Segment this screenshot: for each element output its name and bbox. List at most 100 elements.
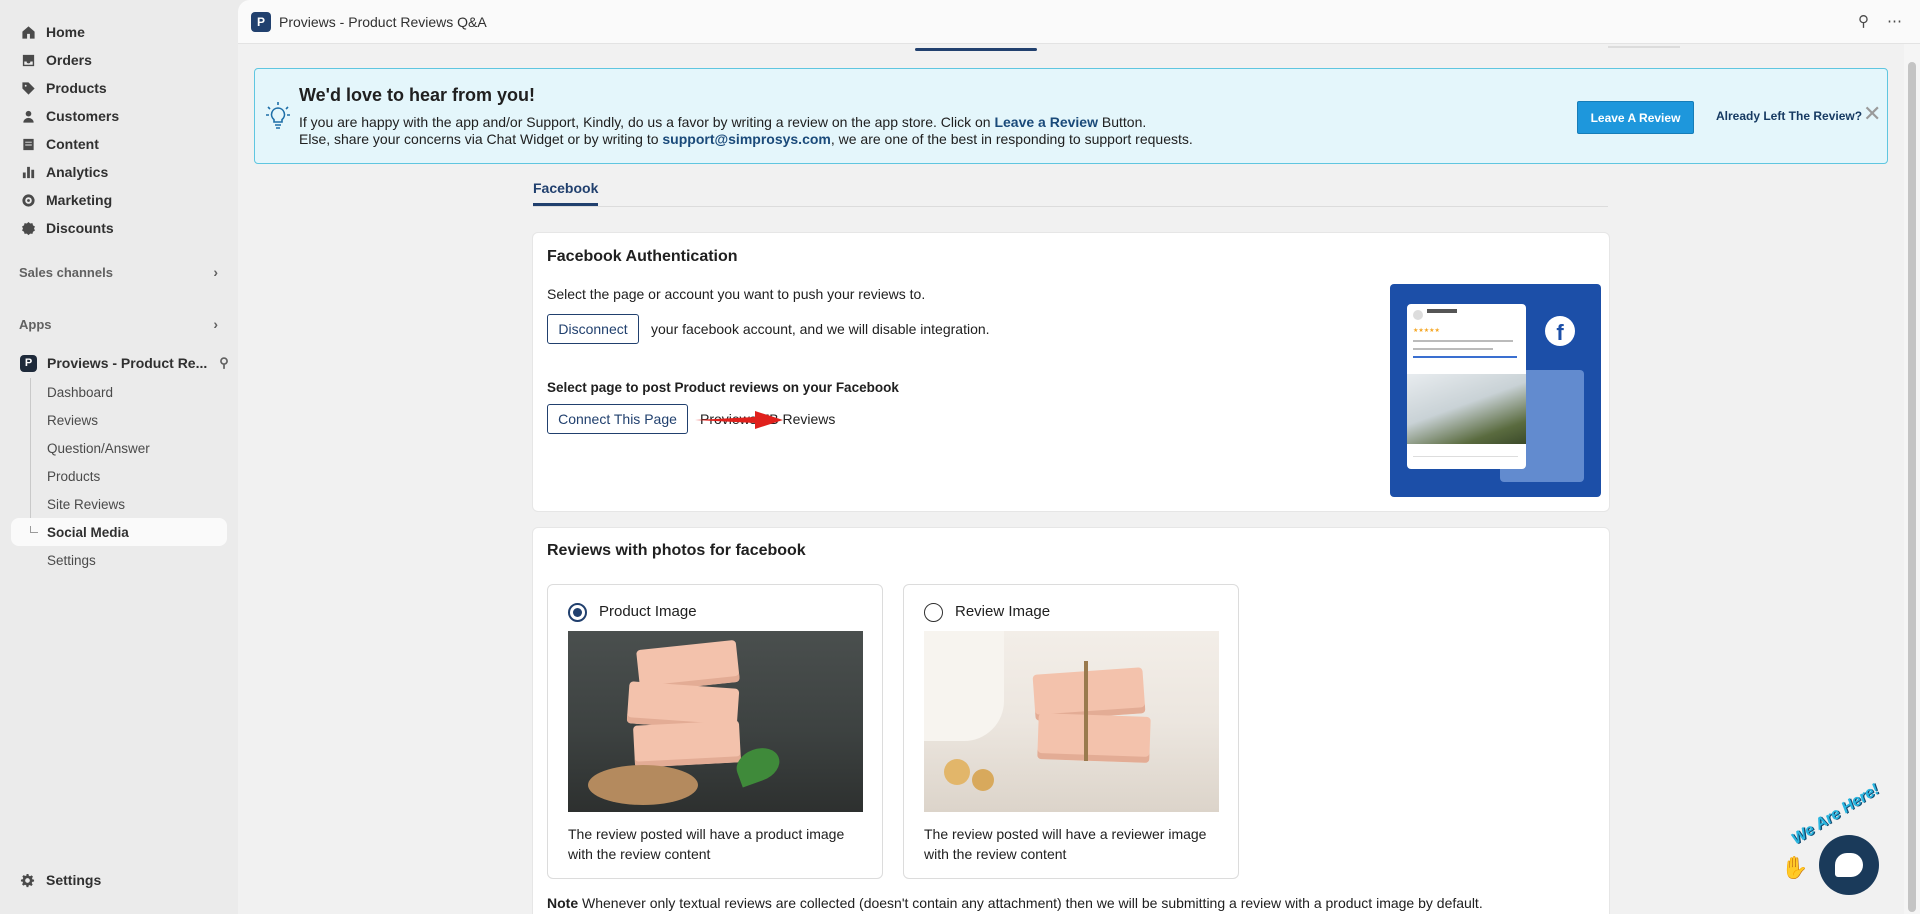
- twine-shape: [1084, 661, 1088, 761]
- sub-item-settings[interactable]: Settings: [30, 546, 238, 574]
- photos-note: Note Whenever only textual reviews are c…: [547, 895, 1483, 911]
- settings-label: Settings: [46, 872, 102, 888]
- review-request-banner: We'd love to hear from you! If you are h…: [254, 68, 1888, 164]
- app-proviews[interactable]: P Proviews - Product Re... ⚲: [0, 348, 238, 378]
- banner-text: , we are one of the best in responding t…: [830, 131, 1193, 147]
- bar-chart-icon: [20, 164, 36, 180]
- sidebar-item-products[interactable]: Products: [0, 74, 238, 102]
- support-email-link[interactable]: support@simprosys.com: [662, 131, 830, 147]
- apps-section[interactable]: Apps ›: [0, 310, 238, 338]
- disconnect-button[interactable]: Disconnect: [547, 314, 639, 344]
- sidebar-item-label: Content: [46, 136, 99, 152]
- sidebar-item-analytics[interactable]: Analytics: [0, 158, 238, 186]
- sidebar-item-customers[interactable]: Customers: [0, 102, 238, 130]
- banner-text: Else, share your concerns via Chat Widge…: [299, 131, 663, 147]
- soap-bar-shape: [632, 720, 742, 768]
- preview-text-bar: [1413, 348, 1493, 350]
- tab-bar: Facebook: [533, 176, 1608, 207]
- sub-item-label: Social Media: [47, 524, 129, 540]
- sidebar-item-home[interactable]: Home: [0, 18, 238, 46]
- red-arrow-annotation-icon: [695, 411, 783, 429]
- review-image-option[interactable]: Review Image The review posted will have…: [903, 584, 1239, 879]
- banner-text: If you are happy with the app and/or Sup…: [299, 114, 995, 130]
- avatar: [1413, 310, 1423, 320]
- option-label: Product Image: [599, 603, 697, 620]
- scrollbar-thumb[interactable]: [1908, 62, 1916, 912]
- already-left-review-link[interactable]: Already Left The Review?: [1716, 109, 1862, 123]
- appbar-actions: ⚲ ⋯: [1858, 12, 1902, 30]
- gear-icon: [20, 873, 36, 888]
- chat-bubble-icon: [1835, 853, 1863, 877]
- sub-item-products[interactable]: Products: [30, 462, 238, 490]
- preview-text-bar: [1413, 340, 1513, 342]
- sidebar-settings[interactable]: Settings: [20, 872, 101, 888]
- leave-review-button[interactable]: Leave A Review: [1577, 101, 1694, 134]
- reviews-photos-title: Reviews with photos for facebook: [547, 542, 806, 559]
- nut-shape: [972, 769, 994, 791]
- pin-icon[interactable]: ⚲: [219, 355, 229, 371]
- sub-item-reviews[interactable]: Reviews: [30, 406, 238, 434]
- sales-channels-section[interactable]: Sales channels ›: [0, 258, 238, 286]
- home-icon: [20, 24, 36, 40]
- note-text: Whenever only textual reviews are collec…: [578, 895, 1483, 911]
- preview-page-name-bar: [1427, 309, 1457, 313]
- sub-item-site-reviews[interactable]: Site Reviews: [30, 490, 238, 518]
- product-image-option[interactable]: Product Image The review posted will hav…: [547, 584, 883, 879]
- banner-line-2: Else, share your concerns via Chat Widge…: [299, 131, 1193, 147]
- proviews-logo-icon: P: [251, 11, 271, 32]
- select-page-label: Select page to post Product reviews on y…: [547, 380, 899, 395]
- inbox-icon: [20, 52, 36, 68]
- app-name: Proviews - Product Re...: [47, 355, 208, 371]
- target-icon: [20, 192, 36, 208]
- pin-icon[interactable]: ⚲: [1858, 12, 1869, 30]
- app-title: Proviews - Product Reviews Q&A: [279, 13, 487, 30]
- soap-bar-shape: [1037, 713, 1151, 763]
- sidebar-item-label: Orders: [46, 52, 92, 68]
- sidebar-item-orders[interactable]: Orders: [0, 46, 238, 74]
- banner-text: Button.: [1097, 114, 1147, 130]
- chat-widget-button[interactable]: [1819, 835, 1879, 895]
- sidebar-item-discounts[interactable]: Discounts: [0, 214, 238, 242]
- tab-facebook[interactable]: Facebook: [533, 180, 599, 206]
- sidebar-item-label: Discounts: [46, 220, 114, 236]
- document-icon: [20, 136, 36, 152]
- sidebar-item-label: Customers: [46, 108, 120, 124]
- note-label: Note: [547, 895, 579, 911]
- preview-text-bar: [1413, 356, 1517, 358]
- star-rating-icon: ★★★★★: [1413, 328, 1440, 334]
- select-page-instruction: Select the page or account you want to p…: [547, 286, 926, 302]
- facebook-auth-card: Facebook Authentication Select the page …: [532, 232, 1610, 512]
- discount-icon: [20, 220, 36, 236]
- tree-hook: [30, 526, 38, 533]
- product-image-radio[interactable]: [568, 603, 587, 622]
- apps-label: Apps: [19, 316, 52, 332]
- sub-item-question-answer[interactable]: Question/Answer: [30, 434, 238, 462]
- sidebar-item-label: Home: [46, 24, 85, 40]
- reviews-with-photos-card: Reviews with photos for facebook Product…: [532, 527, 1610, 914]
- option-description: The review posted will have a product im…: [568, 826, 845, 862]
- towel-shape: [924, 631, 1004, 741]
- sub-item-social-media[interactable]: Social Media: [11, 518, 227, 546]
- preview-product-photo: [1407, 374, 1526, 444]
- sidebar-item-marketing[interactable]: Marketing: [0, 186, 238, 214]
- main-area: P Proviews - Product Reviews Q&A ⚲ ⋯ We'…: [238, 0, 1920, 914]
- chevron-right-icon: ›: [213, 316, 218, 332]
- facebook-auth-title: Facebook Authentication: [547, 248, 738, 265]
- banner-line-1: If you are happy with the app and/or Sup…: [299, 114, 1146, 130]
- wooden-plate-shape: [588, 765, 698, 805]
- sub-item-dashboard[interactable]: Dashboard: [30, 378, 238, 406]
- review-image-radio[interactable]: [924, 603, 943, 622]
- facebook-logo-icon: f: [1545, 316, 1575, 346]
- disconnect-description: your facebook account, and we will disab…: [651, 321, 990, 337]
- nut-shape: [944, 759, 970, 785]
- sidebar: Home Orders Products Customers Content A…: [0, 0, 238, 914]
- product-image-sample: [568, 631, 863, 812]
- option-label: Review Image: [955, 603, 1051, 620]
- sidebar-item-label: Marketing: [46, 192, 113, 208]
- close-icon[interactable]: ✕: [1863, 103, 1881, 125]
- app-title-bar: P Proviews - Product Reviews Q&A ⚲ ⋯: [238, 0, 1920, 44]
- more-options-icon[interactable]: ⋯: [1887, 12, 1902, 30]
- preview-actions-bar: [1413, 456, 1518, 459]
- sidebar-item-content[interactable]: Content: [0, 130, 238, 158]
- connect-this-page-button[interactable]: Connect This Page: [547, 404, 688, 434]
